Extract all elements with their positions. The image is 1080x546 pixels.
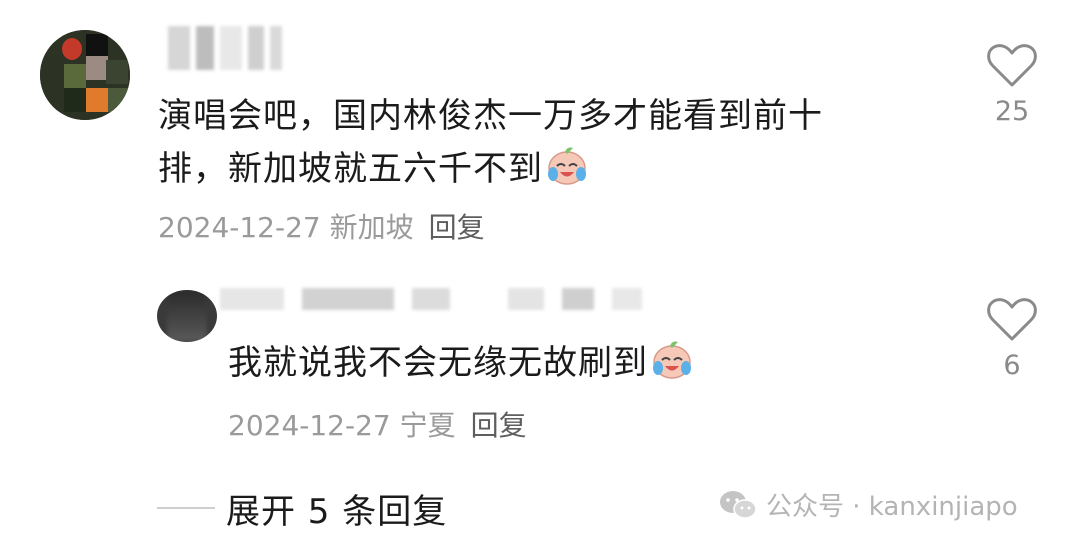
reply-date: 2024-12-27 bbox=[228, 409, 391, 442]
comment-meta: 2024-12-27 新加坡 回复 bbox=[158, 206, 485, 246]
comment-line-1: 演唱会吧，国内林俊杰一万多才能看到前十 bbox=[158, 96, 823, 136]
reply-avatar[interactable] bbox=[157, 290, 217, 342]
reply-meta: 2024-12-27 宁夏 回复 bbox=[228, 404, 527, 444]
like-button[interactable]: 25 bbox=[977, 44, 1047, 127]
like-count: 25 bbox=[994, 96, 1030, 127]
heart-icon[interactable] bbox=[987, 298, 1037, 342]
reply-username[interactable] bbox=[220, 288, 642, 310]
wechat-icon bbox=[720, 490, 757, 519]
reply-like-count: 6 bbox=[1003, 350, 1021, 381]
reply-reply-button[interactable]: 回复 bbox=[471, 409, 527, 442]
heart-icon[interactable] bbox=[987, 44, 1037, 88]
reply-text: 我就说我不会无缘无故刷到 bbox=[228, 337, 694, 390]
watermark-text: 公众号 · kanxinjiapo bbox=[766, 492, 1018, 522]
comment-location: 新加坡 bbox=[329, 211, 414, 244]
reply-text-content: 我就说我不会无缘无故刷到 bbox=[228, 343, 648, 383]
watermark: 公众号 · kanxinjiapo bbox=[718, 486, 1018, 523]
avatar[interactable] bbox=[40, 30, 130, 120]
expand-replies-button[interactable]: 展开 5 条回复 bbox=[226, 484, 447, 533]
comment-date: 2024-12-27 bbox=[158, 211, 321, 244]
crying-laughing-emoji-icon bbox=[548, 147, 586, 185]
crying-laughing-emoji-icon bbox=[653, 341, 691, 379]
reply-location: 宁夏 bbox=[399, 409, 456, 442]
comment-line-2: 排，新加坡就五六千不到 bbox=[158, 143, 823, 196]
reply-like-button[interactable]: 6 bbox=[977, 298, 1047, 381]
reply-button[interactable]: 回复 bbox=[429, 211, 485, 244]
username[interactable] bbox=[168, 26, 282, 70]
comment-text: 演唱会吧，国内林俊杰一万多才能看到前十 排，新加坡就五六千不到 bbox=[158, 90, 823, 196]
expand-divider bbox=[157, 507, 215, 509]
comment-line-2-text: 排，新加坡就五六千不到 bbox=[158, 149, 543, 189]
